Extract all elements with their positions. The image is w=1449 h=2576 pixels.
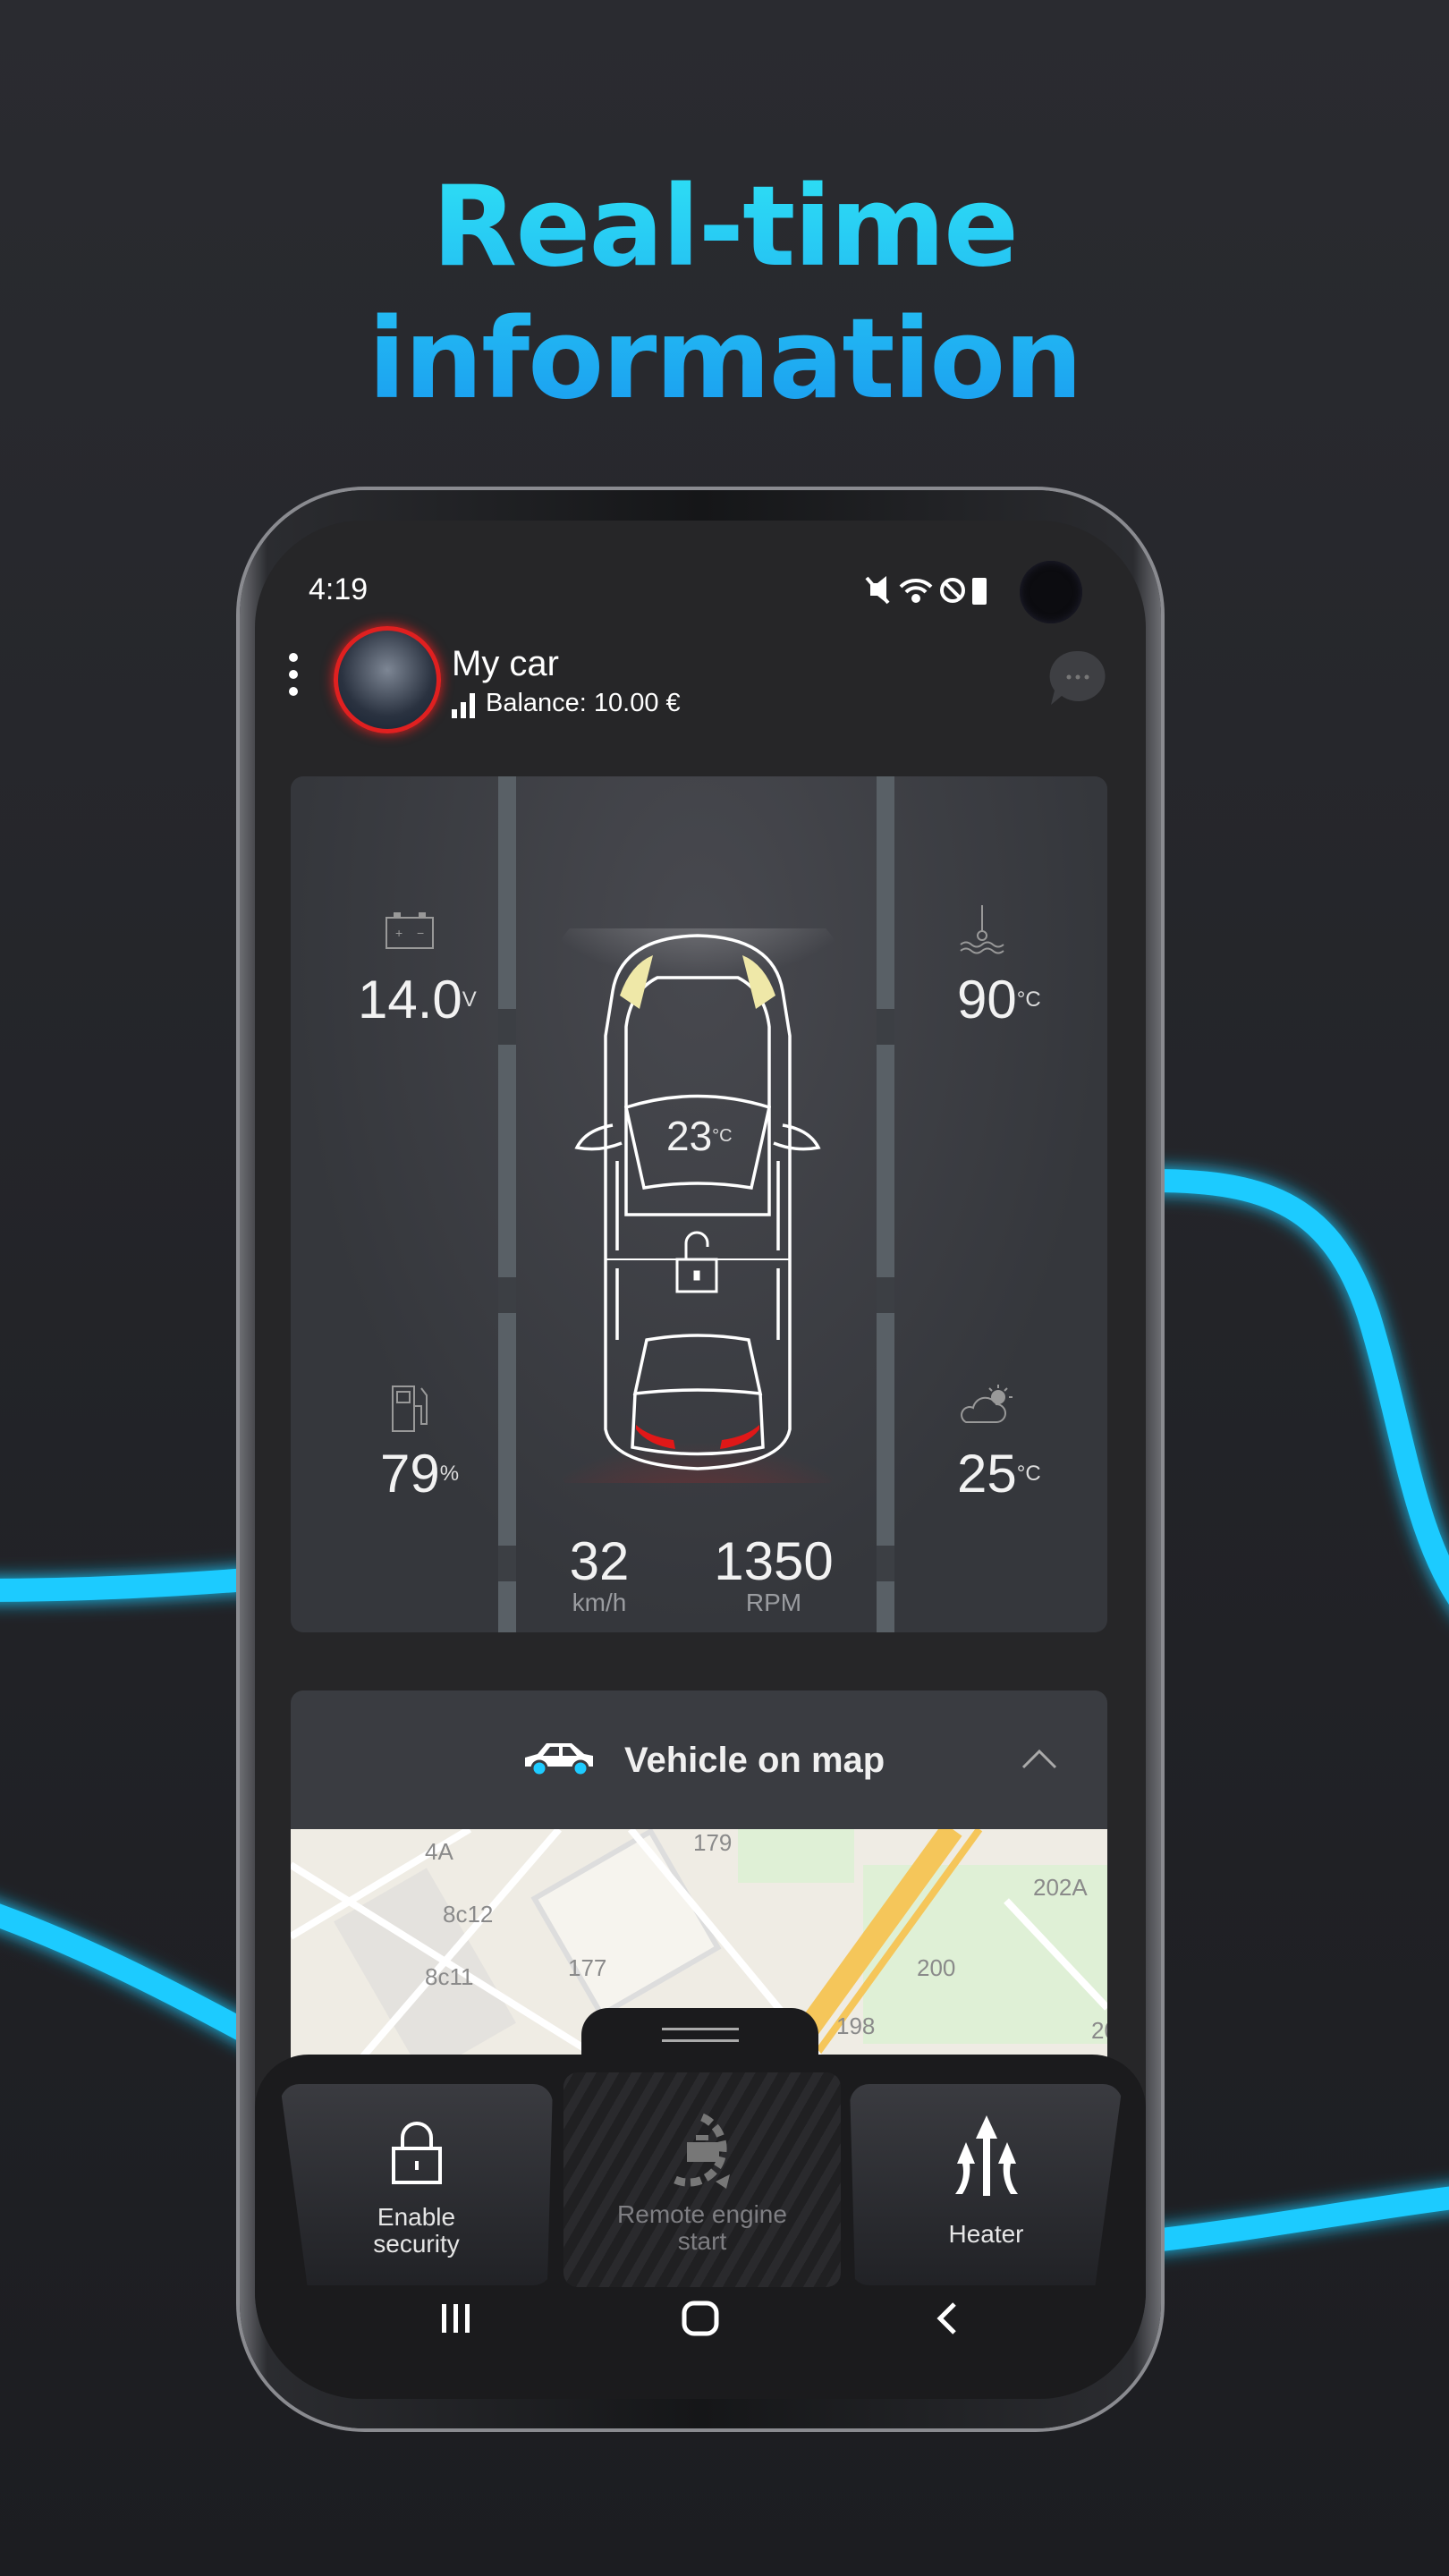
fuel-level: 79% [380, 1447, 459, 1501]
map-label: 200 [917, 1954, 956, 1981]
status-icons [865, 576, 987, 605]
car-icon [525, 1743, 593, 1777]
battery-unit: V [462, 987, 477, 1012]
rpm-value: 1350 [714, 1531, 834, 1591]
do-not-disturb-icon [940, 578, 965, 603]
speed-value: 32 [569, 1531, 630, 1591]
front-camera [1020, 561, 1082, 623]
coolant-temperature: 90°C [957, 973, 1041, 1027]
vehicle-on-map-header[interactable]: Vehicle on map [291, 1690, 1107, 1829]
headline-line-1: Real-time [431, 163, 1018, 292]
battery-icon: + − [386, 912, 434, 949]
weather-icon [961, 1385, 1013, 1423]
cabin-temperature: 23°C [666, 1109, 733, 1163]
fuel-icon [392, 1385, 428, 1432]
map-label: 8c12 [443, 1901, 494, 1928]
menu-button[interactable] [289, 653, 300, 696]
map-label: 202A [1033, 1874, 1088, 1901]
heater-arrows-icon [954, 2115, 1018, 2196]
headline-line-2: information [368, 295, 1081, 424]
rpm-unit: RPM [745, 1589, 802, 1616]
button-label: Remote engine [617, 2200, 787, 2228]
map-label: 177 [568, 1954, 607, 1981]
button-label: start [677, 2227, 727, 2255]
phone-screen: 4:19 My car Balance: 10.00 € + − 14.0V 90… [255, 521, 1146, 2399]
lane-line-left [498, 776, 516, 1632]
battery-voltage: 14.0V [358, 973, 477, 1027]
chat-icon[interactable] [1046, 648, 1109, 710]
cabin-unit: °C [712, 1126, 733, 1146]
engine-start-icon [674, 2113, 730, 2189]
remote-engine-start-button[interactable]: Remote engine start [564, 2072, 841, 2287]
map-label: 8c11 [425, 1963, 474, 1990]
svg-text:−: − [417, 926, 424, 940]
map-label: 4A [425, 1838, 453, 1865]
cabin-value: 23 [666, 1113, 713, 1159]
car-top-view [555, 928, 841, 1483]
coolant-unit: °C [1016, 987, 1041, 1012]
outside-unit: °C [1016, 1462, 1041, 1486]
balance-text: Balance: 10.00 € [486, 689, 681, 717]
lane-line-right [877, 776, 894, 1632]
map-label: 200к [1091, 2017, 1107, 2044]
chevron-up-icon[interactable] [1020, 1746, 1059, 1771]
signal-icon [452, 693, 475, 718]
enable-security-button[interactable]: Enable security [280, 2084, 553, 2285]
map-label: 198 [836, 2012, 876, 2039]
status-time: 4:19 [309, 572, 369, 606]
map-label: 179 [693, 1829, 733, 1856]
outside-temperature: 25°C [957, 1447, 1041, 1501]
battery-value: 14.0 [358, 970, 462, 1030]
avatar[interactable] [334, 626, 441, 733]
home-icon[interactable] [681, 2301, 720, 2336]
balance-row: Balance: 10.00 € [452, 689, 681, 718]
svg-text:+: + [395, 926, 402, 940]
unlocked-lock-icon [675, 1231, 718, 1293]
coolant-value: 90 [957, 970, 1017, 1030]
wifi-icon [899, 578, 933, 603]
button-label: Enable [377, 2203, 456, 2231]
outside-value: 25 [957, 1444, 1017, 1504]
rpm-readout: 1350 RPM [702, 1535, 845, 1617]
lock-icon [391, 2122, 442, 2184]
map-section-title: Vehicle on map [624, 1741, 886, 1780]
battery-icon [972, 578, 987, 605]
headline: Real-time information [0, 161, 1449, 426]
button-label: Heater [948, 2220, 1024, 2248]
vehicle-status-card: + − 14.0V 90°C 79% 25°C 23°C 32 km/h 1350… [291, 776, 1107, 1632]
speed-unit: km/h [572, 1589, 627, 1616]
heater-button[interactable]: Heater [850, 2084, 1123, 2285]
button-label: security [373, 2230, 460, 2258]
coolant-temperature-icon [960, 905, 1004, 954]
speed-readout: 32 km/h [550, 1535, 648, 1617]
back-icon[interactable] [933, 2301, 960, 2336]
fuel-value: 79 [380, 1444, 440, 1504]
recent-apps-icon[interactable] [438, 2301, 474, 2336]
car-name: My car [452, 644, 559, 683]
fuel-unit: % [439, 1462, 460, 1486]
mute-icon [865, 576, 890, 605]
